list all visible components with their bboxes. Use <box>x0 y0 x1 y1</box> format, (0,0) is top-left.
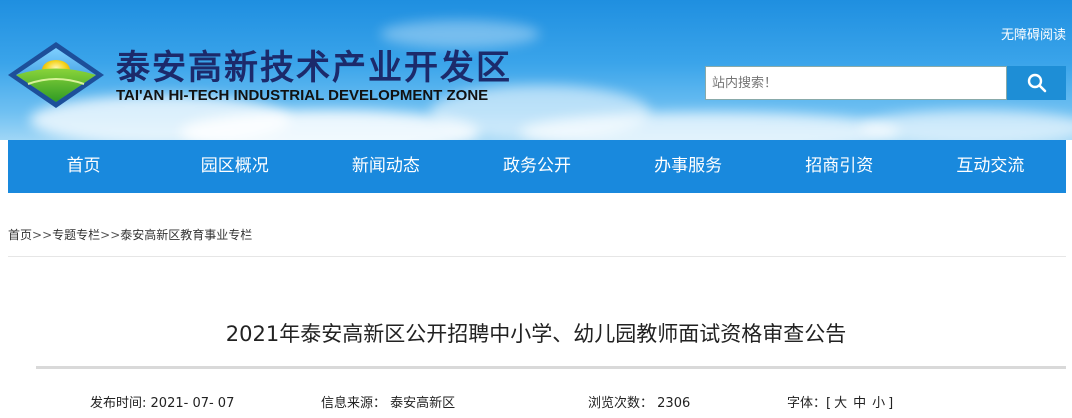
info-source: 信息来源： 泰安高新区 <box>321 392 455 411</box>
publish-date: 发布时间: 2021- 07- 07 <box>90 392 234 411</box>
search-icon <box>1027 73 1046 93</box>
cloud-decoration <box>860 110 1072 140</box>
breadcrumb: 首页>>专题专栏>>泰安高新区教育事业专栏 <box>8 226 252 243</box>
search-button[interactable] <box>1007 66 1066 100</box>
article-title: 2021年泰安高新区公开招聘中小学、幼儿园教师面试资格审查公告 <box>225 322 847 346</box>
nav-item-overview[interactable]: 园区概况 <box>159 140 310 193</box>
nav-item-government-affairs[interactable]: 政务公开 <box>461 140 612 193</box>
publish-date-label: 发布时间: <box>90 396 147 411</box>
breadcrumb-divider <box>8 256 1066 257</box>
breadcrumb-separator: >> <box>100 228 121 242</box>
breadcrumb-special-topics[interactable]: 专题专栏 <box>52 228 100 242</box>
breadcrumb-separator: >> <box>32 228 53 242</box>
nav-item-home[interactable]: 首页 <box>8 140 159 193</box>
cloud-decoration <box>380 20 540 48</box>
font-size-medium-button[interactable]: 中 <box>853 396 866 411</box>
site-header: 泰安高新技术产业开发区 TAI'AN HI-TECH INDUSTRIAL DE… <box>0 0 1072 140</box>
view-count: 浏览次数： 2306 <box>588 392 690 411</box>
nav-item-services[interactable]: 办事服务 <box>613 140 764 193</box>
nav-item-investment[interactable]: 招商引资 <box>764 140 915 193</box>
main-nav: 首页 园区概况 新闻动态 政务公开 办事服务 招商引资 互动交流 <box>8 140 1066 193</box>
font-size-label: 字体：[ <box>787 396 832 411</box>
accessibility-link[interactable]: 无障碍阅读 <box>1001 24 1066 43</box>
info-source-label: 信息来源： <box>321 396 387 411</box>
site-subtitle: TAI'AN HI-TECH INDUSTRIAL DEVELOPMENT ZO… <box>116 87 489 104</box>
nav-item-news[interactable]: 新闻动态 <box>310 140 461 193</box>
info-source-value: 泰安高新区 <box>390 396 456 411</box>
site-title[interactable]: 泰安高新技术产业开发区 <box>116 50 512 86</box>
view-count-value: 2306 <box>657 396 691 411</box>
title-divider <box>36 366 1066 369</box>
publish-date-value: 2021- 07- 07 <box>150 396 235 411</box>
font-size-switch: 字体：[大中小] <box>787 392 893 411</box>
breadcrumb-education-column[interactable]: 泰安高新区教育事业专栏 <box>120 228 252 242</box>
zone-logo-icon[interactable] <box>6 40 106 110</box>
breadcrumb-home[interactable]: 首页 <box>8 228 32 242</box>
view-count-label: 浏览次数： <box>588 396 654 411</box>
font-size-large-button[interactable]: 大 <box>834 396 847 411</box>
font-size-small-button[interactable]: 小 <box>872 396 885 411</box>
font-size-close-bracket: ] <box>888 396 894 411</box>
nav-item-interaction[interactable]: 互动交流 <box>915 140 1066 193</box>
search-input[interactable] <box>705 66 1007 100</box>
